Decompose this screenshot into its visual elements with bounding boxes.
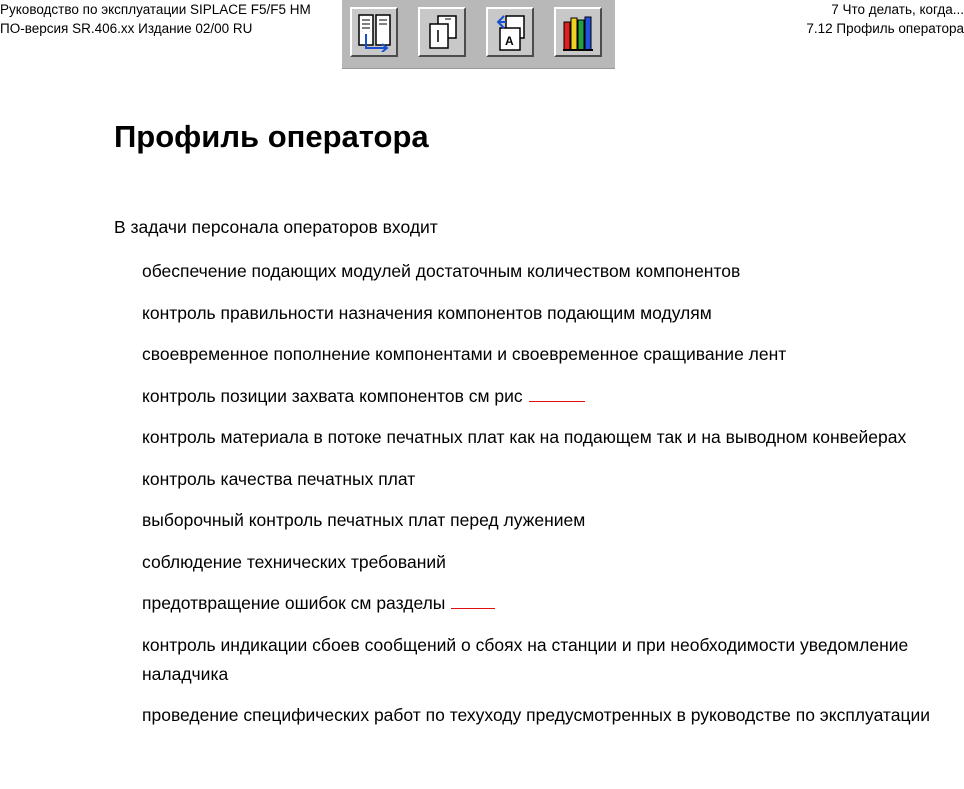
pages-button[interactable] [418, 7, 466, 57]
document-header-left: Руководство по эксплуатации SIPLACE F5/F… [0, 0, 311, 38]
back-icon: A [496, 15, 525, 51]
list-item: контроль материала в потоке печатных пла… [142, 427, 907, 447]
list-item: контроль индикации сбоев сообщений о сбо… [142, 634, 909, 684]
document-header-right: 7 Что делать, когда... 7.12 Профиль опер… [806, 0, 964, 38]
manual-title: Руководство по эксплуатации SIPLACE F5/F… [0, 2, 311, 17]
list-item: выборочный контроль печатных плат перед … [142, 510, 586, 530]
duties-list: обеспечение подающих модулей достаточным… [142, 257, 942, 743]
back-button[interactable]: A [486, 7, 534, 57]
chapter-title: 7 Что делать, когда... [831, 2, 964, 17]
list-item: контроль правильности назначения компоне… [142, 302, 712, 323]
list-item: контроль позиции захвата компонентов см … [142, 382, 942, 411]
list-item: соблюдение технических требований [142, 551, 446, 572]
figure-reference-link[interactable] [528, 387, 585, 402]
library-icon [563, 16, 593, 51]
section-reference-link[interactable] [451, 594, 496, 609]
list-item: обеспечение подающих модулей достаточным… [142, 261, 741, 281]
list-item: проведение специфических работ по техухо… [142, 705, 931, 725]
page-title: Профиль оператора [114, 119, 429, 154]
list-item: предотвращение ошибок см разделы [142, 589, 942, 618]
list-item: своевременное пополнение компонентами и … [142, 344, 787, 364]
contents-icon [358, 14, 391, 52]
list-item: контроль качества печатных плат [142, 468, 416, 489]
navigation-toolbar: A [342, 0, 615, 69]
section-title: 7.12 Профиль оператора [806, 21, 964, 36]
contents-button[interactable] [350, 7, 398, 57]
library-button[interactable] [554, 7, 602, 57]
software-version: ПО-версия SR.406.xx Издание 02/00 RU [0, 21, 253, 36]
svg-text:A: A [505, 34, 514, 48]
intro-text: В задачи персонала операторов входит [114, 217, 438, 237]
pages-icon [429, 15, 457, 49]
